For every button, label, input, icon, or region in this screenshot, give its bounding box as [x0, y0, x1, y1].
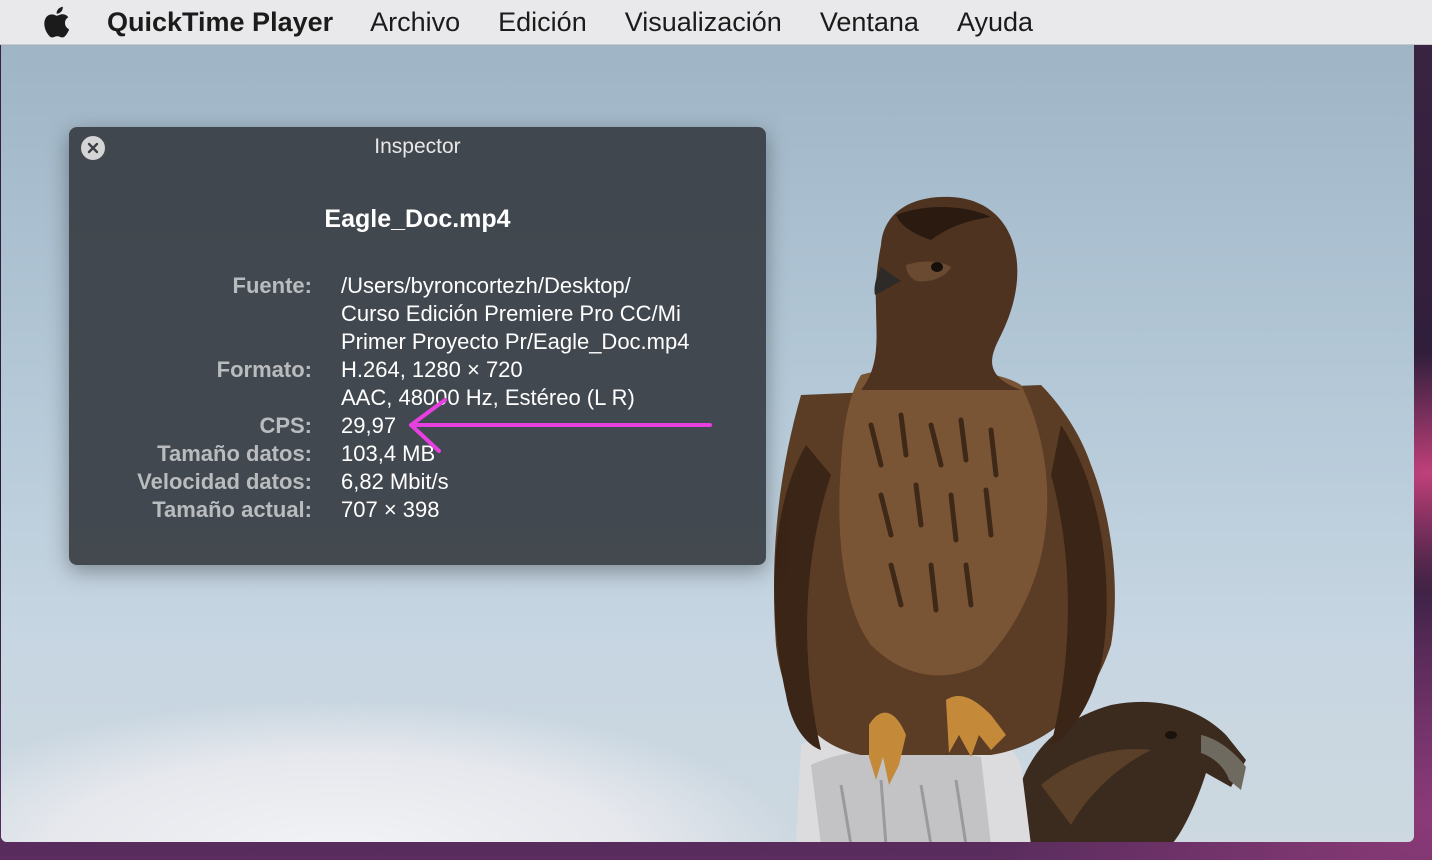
- data-rate-label: Velocidad datos:: [137, 469, 312, 494]
- menu-bar: QuickTime Player Archivo Edición Visuali…: [0, 0, 1432, 45]
- data-rate-value: 6,82 Mbit/s: [341, 469, 449, 494]
- source-label: Fuente:: [232, 273, 312, 298]
- file-name: Eagle_Doc.mp4: [324, 205, 511, 233]
- menu-archivo[interactable]: Archivo: [370, 0, 460, 44]
- current-size-label: Tamaño actual:: [152, 497, 312, 522]
- menu-edicion[interactable]: Edición: [498, 0, 587, 44]
- menu-ayuda[interactable]: Ayuda: [957, 0, 1033, 44]
- source-value-line-2: Curso Edición Premiere Pro CC/Mi: [341, 301, 681, 326]
- fps-value: 29,97: [341, 413, 397, 438]
- menu-ventana[interactable]: Ventana: [820, 0, 919, 44]
- format-label: Formato:: [216, 357, 312, 382]
- fps-label: CPS:: [259, 413, 312, 438]
- current-size-value: 707 × 398: [341, 497, 440, 522]
- player-window[interactable]: Inspector Eagle_Doc.mp4 Fuente: /Users/b…: [1, 45, 1414, 842]
- format-audio: AAC, 48000 Hz, Estéreo (L R): [341, 385, 635, 410]
- menu-app-name[interactable]: QuickTime Player: [107, 0, 333, 44]
- data-size-value: 103,4 MB: [341, 441, 436, 466]
- menu-visualizacion[interactable]: Visualización: [625, 0, 782, 44]
- source-value-line-1: /Users/byroncortezh/Desktop/: [341, 273, 631, 298]
- source-value-line-3: Primer Proyecto Pr/Eagle_Doc.mp4: [341, 329, 690, 354]
- format-video: H.264, 1280 × 720: [341, 357, 523, 382]
- data-size-label: Tamaño datos:: [157, 441, 312, 466]
- inspector-title: Inspector: [374, 135, 461, 158]
- inspector-panel[interactable]: Inspector Eagle_Doc.mp4 Fuente: /Users/b…: [69, 127, 766, 565]
- main-eagle: [773, 196, 1115, 785]
- apple-icon[interactable]: [39, 5, 73, 39]
